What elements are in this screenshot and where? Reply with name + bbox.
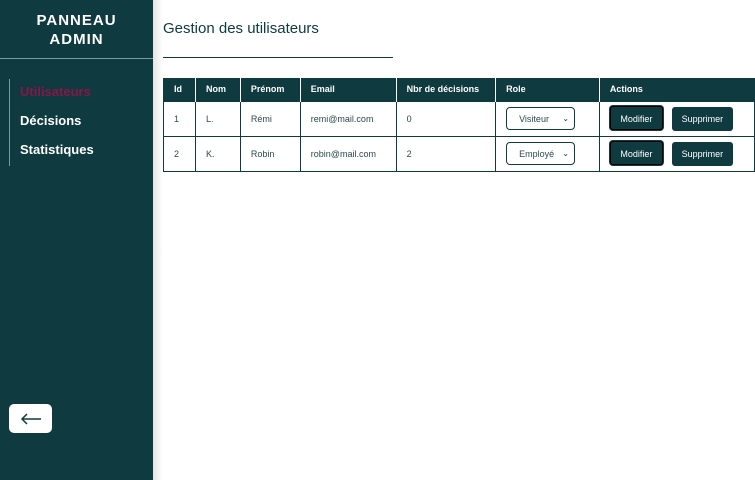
cell-nbr-decisions: 0: [395, 100, 497, 137]
page-title: Gestion des utilisateurs: [163, 20, 319, 37]
column-header-email: Email: [299, 78, 397, 101]
cell-nbr-decisions: 2: [395, 135, 497, 172]
cell-nom: L.: [194, 100, 241, 137]
cell-actions: Modifier Supprimer: [598, 135, 755, 172]
modify-button[interactable]: Modifier: [609, 141, 663, 165]
table-row: 2 K. Robin robin@mail.com 2 Employé ⌄ Mo…: [163, 135, 755, 172]
table-row: 1 L. Rémi remi@mail.com 0 Visiteur ⌄ Mod…: [163, 100, 755, 137]
column-header-prenom: Prénom: [239, 78, 301, 101]
brand: PANNEAU ADMIN: [0, 0, 153, 59]
title-divider: [163, 57, 393, 58]
arrow-left-icon: [20, 412, 42, 425]
column-header-role: Role: [495, 78, 600, 101]
cell-role: Visiteur ⌄: [495, 100, 600, 137]
chevron-down-icon: ⌄: [562, 114, 570, 123]
cell-nom: K.: [194, 135, 241, 172]
cell-role: Employé ⌄: [495, 135, 600, 172]
delete-button[interactable]: Supprimer: [671, 107, 733, 131]
column-header-nom: Nom: [194, 78, 241, 101]
modify-button[interactable]: Modifier: [609, 106, 663, 130]
role-select-value: Visiteur: [519, 113, 549, 124]
users-table: Id Nom Prénom Email Nbr de décisions Rol…: [163, 78, 755, 172]
role-select[interactable]: Employé ⌄: [506, 142, 576, 165]
sidebar-item-decisions[interactable]: Décisions: [20, 108, 94, 137]
role-select-value: Employé: [519, 148, 555, 159]
column-header-nbr-decisions: Nbr de décisions: [395, 78, 496, 101]
brand-line-1: PANNEAU: [36, 12, 117, 29]
cell-email: robin@mail.com: [299, 135, 397, 172]
sidebar-shadow: [153, 0, 163, 480]
cell-id: 2: [163, 135, 196, 172]
cell-actions: Modifier Supprimer: [598, 100, 755, 137]
column-header-actions: Actions: [598, 78, 755, 101]
sidebar-nav: Utilisateurs Décisions Statistiques: [9, 79, 94, 166]
column-header-id: Id: [163, 78, 196, 101]
brand-line-2: ADMIN: [49, 31, 104, 48]
cell-email: remi@mail.com: [299, 100, 397, 137]
cell-id: 1: [163, 100, 196, 137]
cell-prenom: Robin: [239, 135, 301, 172]
chevron-down-icon: ⌄: [562, 149, 570, 158]
sidebar-item-utilisateurs[interactable]: Utilisateurs: [20, 79, 94, 108]
sidebar: PANNEAU ADMIN Utilisateurs Décisions Sta…: [0, 0, 153, 480]
sidebar-item-statistiques[interactable]: Statistiques: [20, 137, 94, 166]
table-header-row: Id Nom Prénom Email Nbr de décisions Rol…: [163, 78, 755, 101]
back-button[interactable]: [9, 404, 52, 433]
cell-prenom: Rémi: [239, 100, 301, 137]
role-select[interactable]: Visiteur ⌄: [506, 107, 576, 130]
delete-button[interactable]: Supprimer: [671, 142, 733, 166]
